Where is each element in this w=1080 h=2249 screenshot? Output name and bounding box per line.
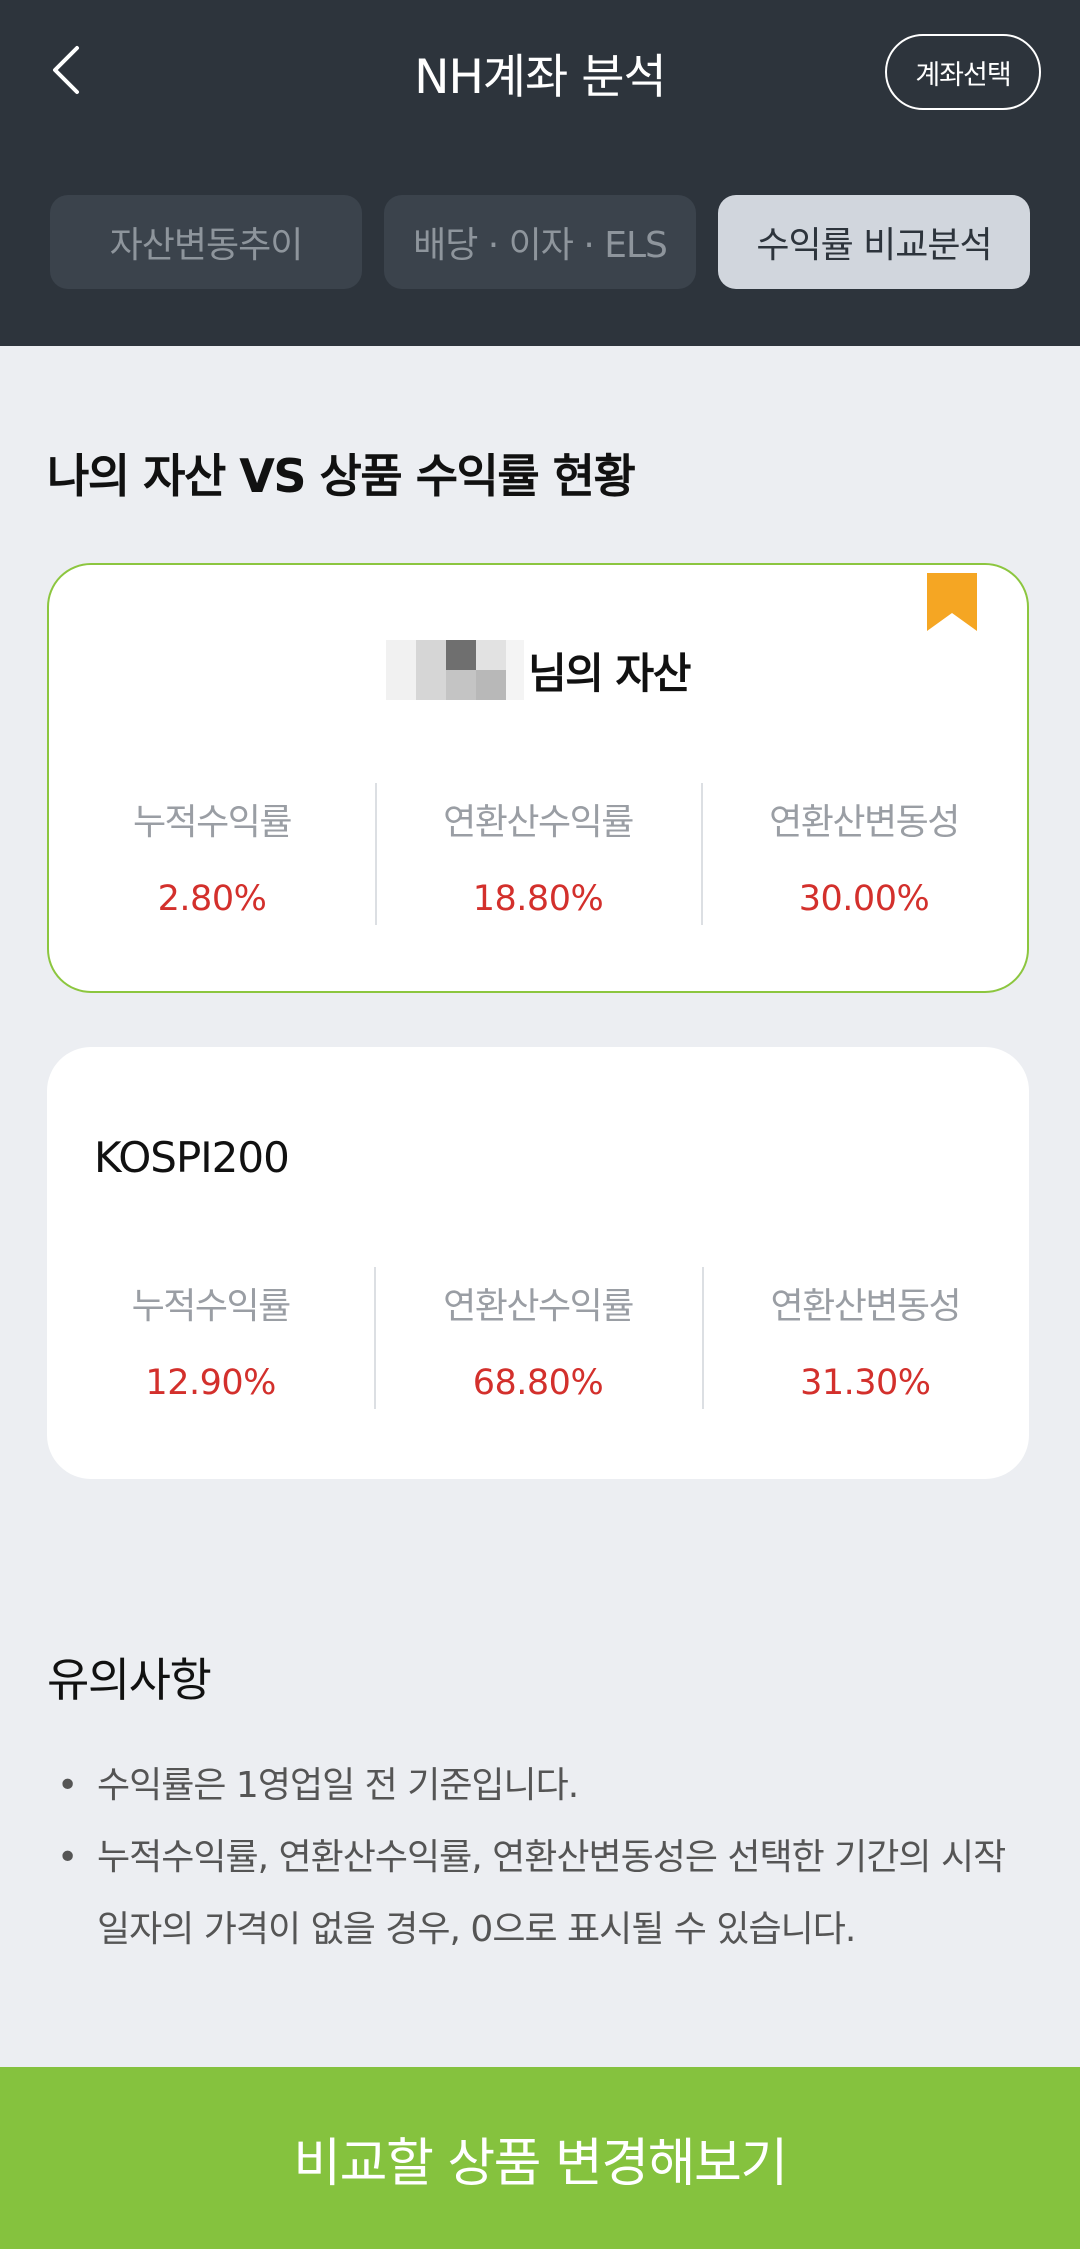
metric-label: 연환산수익률 (443, 1286, 634, 1327)
tab-dividend-interest-els[interactable]: 배당 · 이자 · ELS (384, 195, 696, 289)
metric-label: 연환산변동성 (769, 802, 960, 843)
asset-owner-row: 님의 자산 (49, 637, 1027, 703)
app-header: NH계좌 분석 계좌선택 자산변동추이 배당 · 이자 · ELS 수익률 비교… (0, 0, 1080, 346)
notice-text: 수익률은 1영업일 전 기준입니다. (97, 1765, 579, 1806)
section-title: 나의 자산 VS 상품 수익률 현황 (47, 449, 636, 503)
metric-value: 2.80% (157, 879, 267, 919)
masked-user-name (386, 640, 525, 700)
notice-item: • 누적수익률, 연환산수익률, 연환산변동성은 선택한 기간의 시작일자의 가… (47, 1822, 1007, 1966)
bullet-icon: • (57, 1765, 78, 1806)
bookmark-icon[interactable] (927, 573, 977, 631)
metric-label: 누적수익률 (131, 1286, 292, 1327)
tab-asset-trend[interactable]: 자산변동추이 (50, 195, 362, 289)
asset-owner-label: 님의 자산 (528, 648, 691, 698)
metric-cumulative-return: 누적수익률 2.80% (49, 783, 375, 925)
index-product-card[interactable]: KOSPI200 누적수익률 12.90% 연환산수익률 68.80% 연환산변… (47, 1047, 1029, 1479)
notice-title: 유의사항 (47, 1653, 212, 1707)
metric-annualized-return: 연환산수익률 18.80% (375, 783, 701, 925)
index-product-name: KOSPI200 (94, 1133, 290, 1182)
metric-label: 연환산변동성 (770, 1286, 961, 1327)
notice-list: • 수익률은 1영업일 전 기준입니다. • 누적수익률, 연환산수익률, 연환… (47, 1750, 1007, 1966)
tab-return-comparison[interactable]: 수익률 비교분석 (718, 195, 1030, 289)
metric-value: 18.80% (472, 879, 604, 919)
metric-label: 누적수익률 (132, 802, 293, 843)
metric-value: 30.00% (798, 879, 930, 919)
account-select-button[interactable]: 계좌선택 (885, 34, 1041, 110)
metric-cumulative-return: 누적수익률 12.90% (47, 1267, 374, 1409)
metric-value: 68.80% (472, 1363, 604, 1403)
bullet-icon: • (57, 1837, 78, 1878)
notice-item: • 수익률은 1영업일 전 기준입니다. (47, 1750, 1007, 1822)
metric-value: 12.90% (145, 1363, 276, 1403)
index-product-metrics: 누적수익률 12.90% 연환산수익률 68.80% 연환산변동성 31.30% (47, 1267, 1029, 1409)
notice-text: 누적수익률, 연환산수익률, 연환산변동성은 선택한 기간의 시작일자의 가격이… (97, 1837, 1006, 1950)
metric-label: 연환산수익률 (443, 802, 634, 843)
my-asset-card: 님의 자산 누적수익률 2.80% 연환산수익률 18.80% 연환산변동성 3… (47, 563, 1029, 993)
metric-value: 31.30% (800, 1363, 931, 1403)
my-asset-metrics: 누적수익률 2.80% 연환산수익률 18.80% 연환산변동성 30.00% (49, 783, 1027, 925)
metric-annualized-volatility: 연환산변동성 31.30% (701, 1267, 1029, 1409)
change-compare-product-button[interactable]: 비교할 상품 변경해보기 (0, 2067, 1080, 2249)
metric-annualized-return: 연환산수익률 68.80% (374, 1267, 701, 1409)
metric-annualized-volatility: 연환산변동성 30.00% (701, 783, 1027, 925)
